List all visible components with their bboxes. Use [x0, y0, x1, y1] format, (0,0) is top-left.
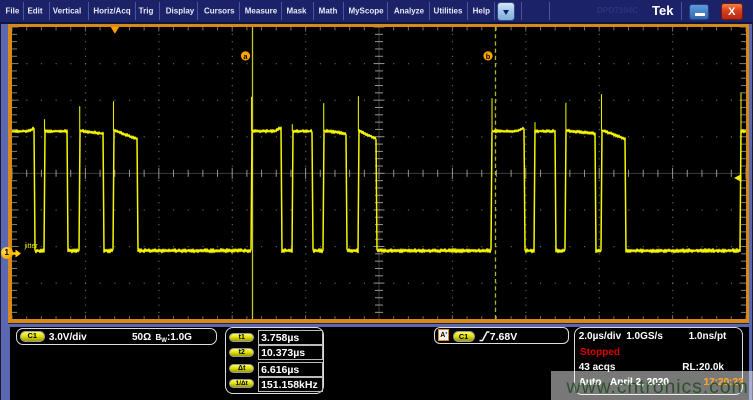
svg-text:b: b	[485, 52, 490, 61]
svg-text:jitter: jitter	[23, 243, 38, 250]
